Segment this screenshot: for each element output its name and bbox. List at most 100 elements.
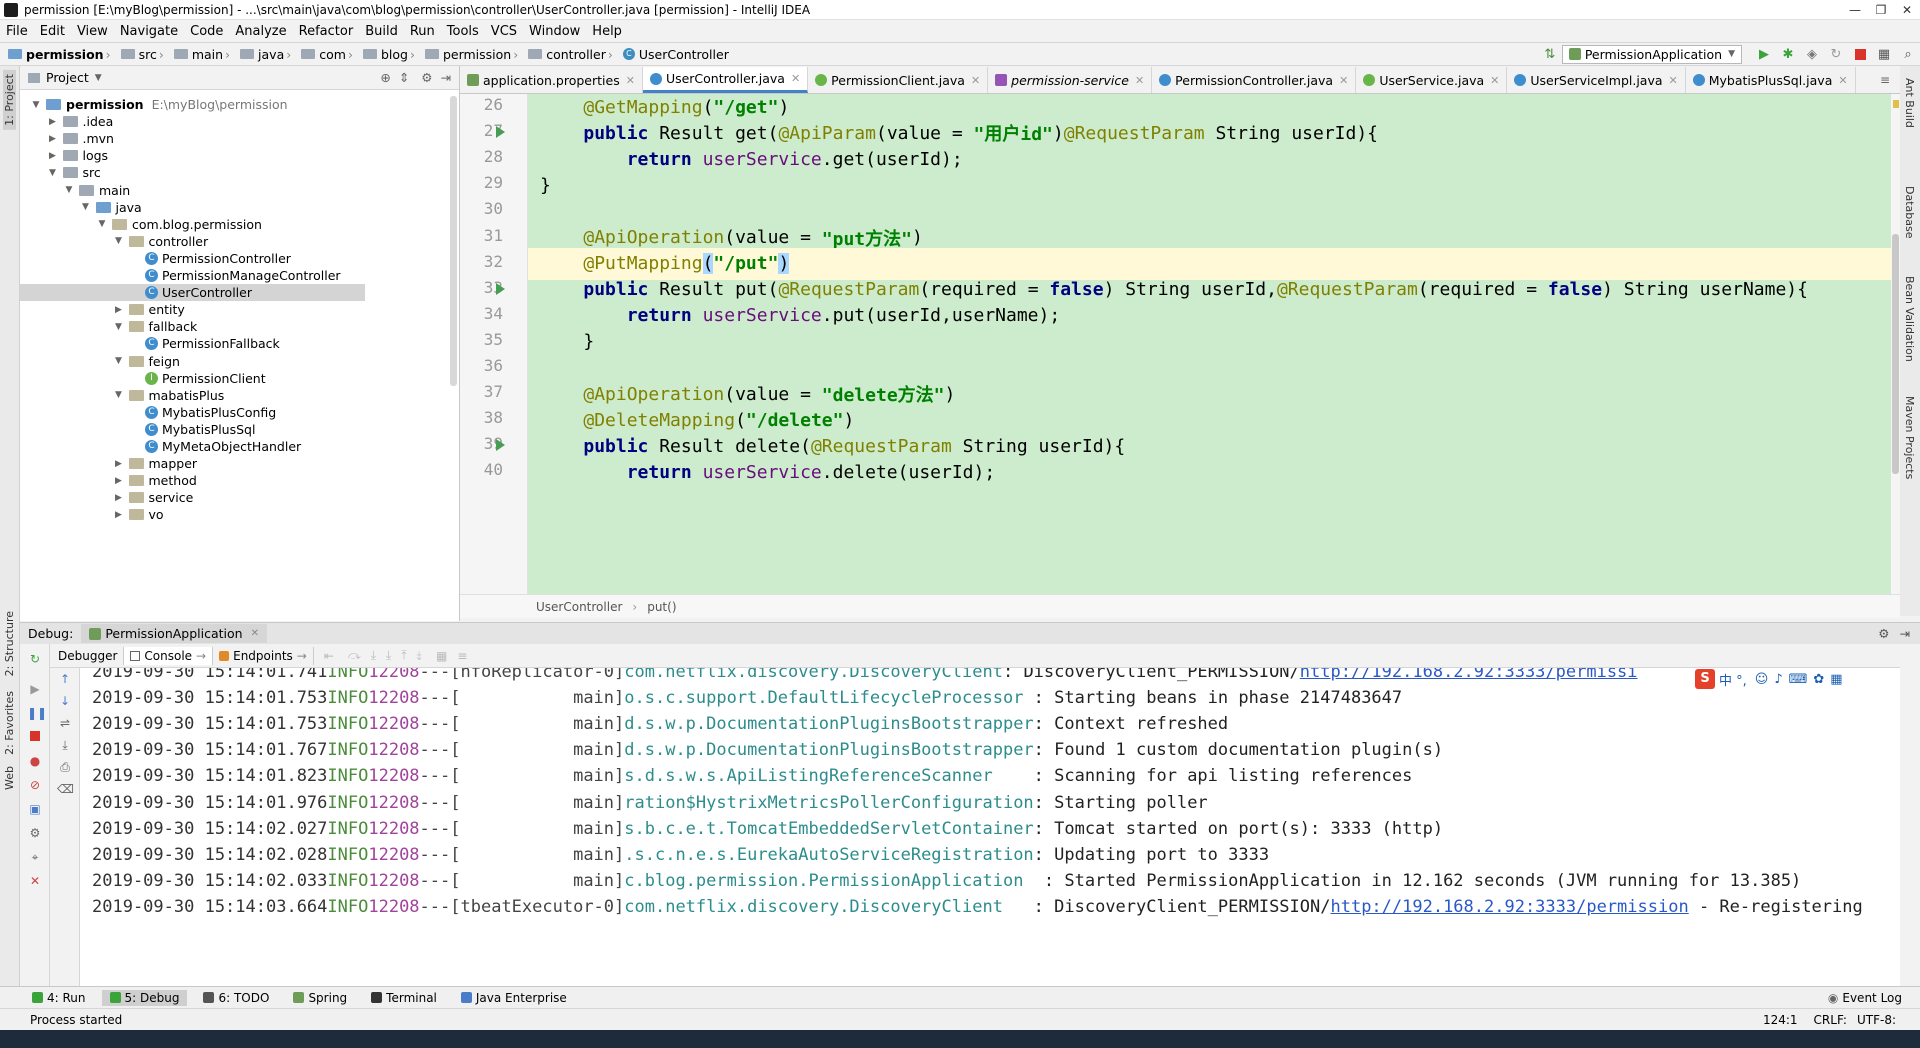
menu-item-tools[interactable]: Tools [441,24,485,39]
debug-icon[interactable]: ✱ [1779,45,1797,63]
stop-icon[interactable] [27,730,43,744]
build-arrows-icon[interactable]: ⇅ [1541,45,1559,63]
tree-item[interactable]: ▼ permission E:\myBlog\permission [20,96,288,113]
emoji-icon[interactable]: ☺ [1755,672,1769,687]
chevron-down-icon[interactable]: ▼ [30,100,42,110]
structure-tool-tab[interactable]: 2: Structure [3,611,16,676]
close-icon[interactable]: ✕ [791,72,800,85]
tree-item[interactable]: C PermissionManageController [20,267,341,284]
close-icon[interactable]: ✕ [971,74,980,87]
menu-item-file[interactable]: File [0,24,34,39]
menu-item-refactor[interactable]: Refactor [293,24,360,39]
maximize-button[interactable]: ❐ [1868,3,1894,17]
chevron-down-icon[interactable]: ▼ [63,185,75,195]
menu-item-code[interactable]: Code [184,24,229,39]
database-tool-tab[interactable]: Database [1903,186,1916,239]
project-structure-icon[interactable]: ▦ [1875,45,1893,63]
chevron-down-icon[interactable]: ▼ [113,236,125,246]
mute-breakpoints-icon[interactable]: ⊘ [27,778,43,792]
editor-tab[interactable]: UserController.java ✕ [642,67,809,93]
menu-item-help[interactable]: Help [586,24,628,39]
run-method-icon[interactable] [496,282,505,295]
drop-frame-icon[interactable]: ⤈ [417,648,422,663]
close-icon[interactable]: ✕ [27,874,43,888]
chevron-right-icon[interactable]: ▶ [113,476,125,486]
minimize-button[interactable]: — [1842,3,1868,17]
hide-panel-icon[interactable]: ⇥ [441,70,451,85]
tree-item[interactable]: C PermissionController [20,250,291,267]
log-logger[interactable]: .s.c.n.e.s.EurekaAutoServiceRegistration [624,845,1033,865]
editor-tab[interactable]: PermissionClient.java ✕ [808,67,989,93]
breadcrumb-item[interactable]: controller › [528,47,617,62]
tree-item[interactable]: I PermissionClient [20,370,266,387]
tree-item[interactable]: ▶ .idea [20,113,113,130]
tool-window-button[interactable]: Java Enterprise [453,990,575,1006]
menu-item-run[interactable]: Run [404,24,441,39]
menu-item-view[interactable]: View [71,24,114,39]
breadcrumb-item[interactable]: src › [120,47,168,62]
code-editor[interactable]: @GetMapping("/get") public Result get(@A… [528,94,1891,594]
run-method-icon[interactable] [496,439,505,452]
code-line[interactable]: return userService .delete(userId); [528,456,1891,488]
tool-window-button[interactable]: 4: Run [24,990,94,1006]
get-thread-dump-icon[interactable]: ▣ [27,802,43,816]
ime-mode-text[interactable]: 中 °, [1719,670,1747,689]
menu-item-edit[interactable]: Edit [34,24,71,39]
pause-icon[interactable]: ❚❚ [27,706,47,720]
menu-item-window[interactable]: Window [523,24,586,39]
up-arrow-icon[interactable]: ↑ [57,672,73,686]
bean-validation-tool-tab[interactable]: Bean Validation [1903,276,1916,362]
tree-item[interactable]: ▼ java [20,199,142,216]
run-method-icon[interactable] [496,126,505,139]
close-icon[interactable]: ✕ [1669,74,1678,87]
chevron-down-icon[interactable]: ▼ [95,73,102,83]
editor-scrollbar[interactable] [1891,94,1900,594]
tree-item[interactable]: ▶ .mvn [20,130,114,147]
tree-item[interactable]: C PermissionFallback [20,335,280,352]
gear-icon[interactable]: ⚙ [1878,626,1889,641]
chevron-down-icon[interactable]: ▼ [113,356,125,366]
tree-item[interactable]: ▶ vo [20,506,164,523]
force-step-into-icon[interactable]: ⤓ [386,648,391,663]
tree-item[interactable]: ▼ controller [20,233,208,250]
project-scrollbar[interactable] [450,96,457,386]
run-config-select[interactable]: PermissionApplication ▼ [1561,44,1742,64]
menu-item-build[interactable]: Build [359,24,404,39]
close-icon[interactable]: ✕ [251,628,259,639]
tool-window-button[interactable]: 5: Debug [101,989,188,1006]
log-link[interactable]: http://192.168.2.92:3333/permissi [1300,668,1638,682]
tree-item[interactable]: ▶ service [20,489,193,506]
rerun-icon[interactable]: ↻ [27,652,43,666]
coverage-icon[interactable]: ◈ [1803,45,1821,63]
hide-panel-icon[interactable]: ⇥ [1900,626,1910,641]
chevron-down-icon[interactable]: ▼ [96,219,108,229]
caret-position[interactable]: 124:1 [1763,1013,1798,1027]
breadcrumb-item[interactable]: C UserController [622,47,729,62]
tool-window-button[interactable]: Spring [285,990,355,1006]
view-breakpoints-icon[interactable]: ● [27,754,43,768]
resume-icon[interactable]: ▶ [27,682,43,696]
tree-item[interactable]: ▼ main [20,182,131,199]
breadcrumb-item[interactable]: permission › [424,47,522,62]
down-arrow-icon[interactable]: ↓ [57,694,73,708]
step-over-icon[interactable]: ⤼ [348,648,361,663]
close-icon[interactable]: ✕ [1339,74,1348,87]
tool-window-button[interactable]: Terminal [363,990,445,1006]
scroll-to-end-icon[interactable]: ⤓ [57,738,73,752]
keyboard-icon[interactable]: ⌨ [1789,672,1808,687]
web-tool-tab[interactable]: Web [3,766,16,790]
stop-icon[interactable] [1851,45,1869,63]
log-logger[interactable]: s.b.c.e.t.TomcatEmbeddedServletContainer [624,819,1033,839]
menu-item-analyze[interactable]: Analyze [229,24,292,39]
tool-window-button[interactable]: 6: TODO [195,990,277,1006]
breadcrumb-method[interactable]: put() [647,600,676,614]
chevron-down-icon[interactable]: ▼ [47,168,59,178]
line-separator[interactable]: CRLF: [1814,1013,1847,1027]
tab-debugger[interactable]: Debugger [52,646,125,665]
breadcrumb-item[interactable]: com › [301,47,357,62]
breadcrumb-item[interactable]: permission › [8,47,115,62]
console-line[interactable]: 2019-09-30 15:14:03.664 INFO 12208 --- [… [92,891,1863,923]
mic-icon[interactable]: ♪ [1774,672,1782,687]
log-logger[interactable]: o.s.c.support.DefaultLifecycleProcessor [624,688,1033,708]
chevron-right-icon[interactable]: ▶ [113,459,125,469]
